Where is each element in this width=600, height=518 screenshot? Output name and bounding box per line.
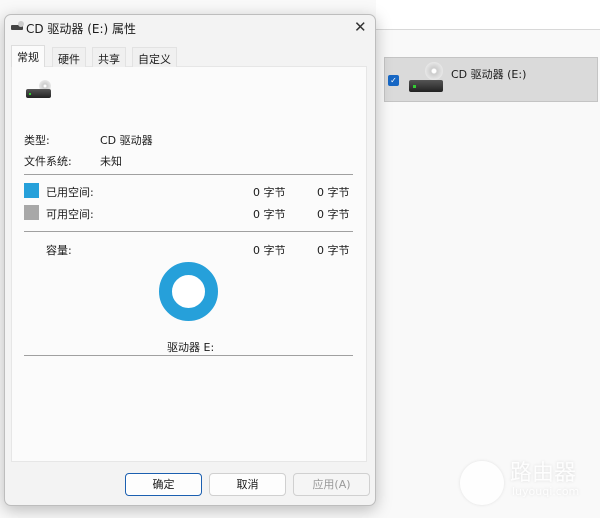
filesystem-value: 未知	[100, 155, 122, 168]
close-icon[interactable]: ✕	[354, 18, 367, 36]
free-space-label: 可用空间:	[46, 208, 94, 221]
tab-hardware[interactable]: 硬件	[52, 47, 86, 67]
tab-general[interactable]: 常规	[11, 45, 45, 67]
drive-item-label: CD 驱动器 (E:)	[451, 68, 527, 81]
cd-drive-icon	[409, 62, 445, 96]
cancel-button[interactable]: 取消	[209, 473, 286, 496]
watermark-url: luyouqi.com	[512, 485, 580, 498]
cd-drive-icon	[26, 80, 54, 100]
free-size: 0 字节	[317, 208, 350, 221]
usage-donut-chart	[159, 262, 218, 321]
ok-button[interactable]: 确定	[125, 473, 202, 496]
used-color-swatch	[24, 183, 39, 198]
dialog-title: CD 驱动器 (E:) 属性	[26, 22, 137, 36]
tab-sharing[interactable]: 共享	[92, 47, 126, 67]
type-label: 类型:	[24, 134, 50, 147]
type-value: CD 驱动器	[100, 134, 153, 147]
used-size: 0 字节	[317, 186, 350, 199]
router-icon	[460, 461, 504, 505]
divider	[24, 355, 353, 356]
divider	[24, 174, 353, 175]
apply-button[interactable]: 应用(A)	[293, 473, 370, 496]
capacity-size: 0 字节	[317, 244, 350, 257]
free-bytes: 0 字节	[253, 208, 286, 221]
used-space-label: 已用空间:	[46, 186, 94, 199]
drive-item-e[interactable]: CD 驱动器 (E:)	[384, 57, 598, 102]
tab-customize[interactable]: 自定义	[132, 47, 177, 67]
filesystem-label: 文件系统:	[24, 155, 72, 168]
divider	[24, 231, 353, 232]
item-checkbox[interactable]: ✓	[388, 75, 399, 86]
watermark-title: 路由器	[510, 461, 577, 486]
capacity-bytes: 0 字节	[253, 244, 286, 257]
explorer-header	[376, 0, 600, 29]
capacity-label: 容量:	[46, 244, 72, 257]
divider	[376, 29, 600, 30]
used-bytes: 0 字节	[253, 186, 286, 199]
free-color-swatch	[24, 205, 39, 220]
drive-icon	[11, 21, 25, 30]
drive-label: 驱动器 E:	[167, 341, 215, 354]
